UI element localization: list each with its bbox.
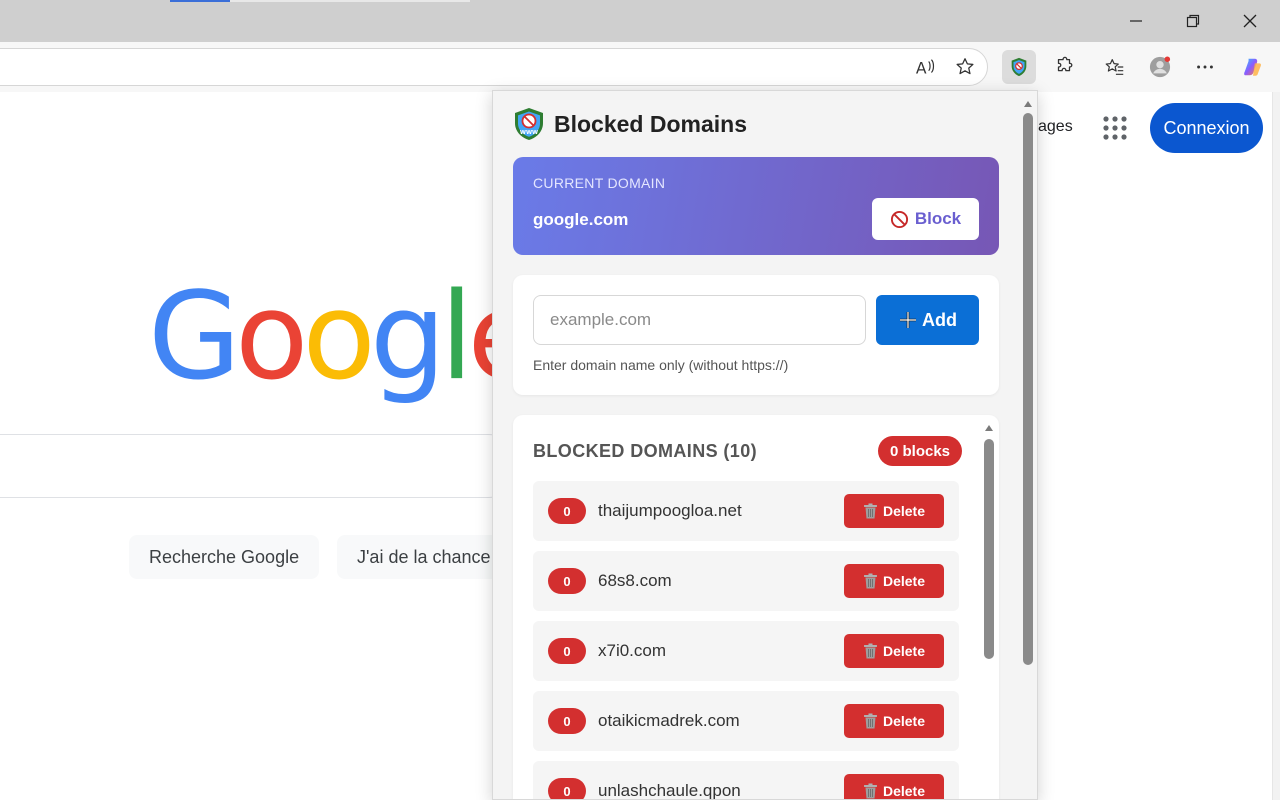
shield-www-icon: WWW: [515, 108, 543, 140]
delete-domain-button[interactable]: Delete: [844, 634, 944, 668]
trash-icon: [863, 573, 877, 589]
extensions-button[interactable]: [1047, 50, 1081, 84]
extension-shield-icon: [1011, 57, 1027, 77]
block-button-label: Block: [914, 209, 962, 228]
restore-button[interactable]: [1165, 0, 1221, 42]
blocked-domain-name: otaikicmadrek.com: [598, 711, 740, 730]
list-item: 0 x7i0.com Delete: [533, 621, 959, 681]
favorite-button[interactable]: [948, 50, 982, 84]
delete-domain-button[interactable]: Delete: [844, 774, 944, 799]
profile-button[interactable]: [1143, 50, 1177, 84]
delete-button-label: Delete: [882, 573, 926, 589]
delete-domain-button[interactable]: Delete: [844, 494, 944, 528]
delete-button-label: Delete: [882, 713, 926, 729]
blocked-domains-list: 0 thaijumpoogloa.net Delete 0 68s8.com D…: [533, 481, 959, 800]
google-logo: Google: [148, 268, 541, 407]
blocked-list-title: BLOCKED DOMAINS (10): [533, 441, 758, 461]
trash-icon: [863, 503, 877, 519]
profile-avatar-icon: [1149, 56, 1171, 78]
google-apps-icon[interactable]: [1101, 114, 1129, 142]
plus-icon: [900, 312, 916, 328]
read-aloud-button[interactable]: A: [908, 50, 942, 84]
trash-icon: [863, 783, 877, 799]
tab-strip-edge: [230, 0, 470, 2]
svg-text:A: A: [916, 59, 927, 77]
trash-icon: [863, 643, 877, 659]
feeling-lucky-button[interactable]: J'ai de la chance: [337, 535, 511, 579]
more-options-button[interactable]: [1188, 50, 1222, 84]
domain-input[interactable]: [533, 295, 866, 345]
block-current-button[interactable]: Block: [872, 198, 979, 240]
list-item: 0 thaijumpoogloa.net Delete: [533, 481, 959, 541]
current-domain-card: CURRENT DOMAIN google.com Block: [513, 157, 999, 255]
list-scrollbar[interactable]: [983, 423, 995, 799]
popup-scroll-up-arrow[interactable]: [1024, 101, 1032, 107]
blocked-domains-popup: WWW Blocked Domains CURRENT DOMAIN googl…: [492, 90, 1038, 800]
popup-header: WWW Blocked Domains: [513, 107, 747, 141]
add-button-label: Add: [922, 309, 957, 330]
copilot-icon: [1244, 58, 1261, 76]
block-count-badge: 0: [548, 568, 586, 594]
current-domain-value: google.com: [533, 210, 629, 229]
popup-scrollbar[interactable]: [1023, 101, 1035, 791]
google-search-button[interactable]: Recherche Google: [129, 535, 320, 579]
blocked-domains-extension-button[interactable]: [1002, 50, 1036, 84]
blocked-domain-name: unlashchaule.qpon: [598, 781, 741, 800]
blocked-domain-name: thaijumpoogloa.net: [598, 501, 742, 520]
current-domain-label: CURRENT DOMAIN: [533, 175, 666, 191]
list-scrollbar-thumb[interactable]: [984, 439, 994, 659]
add-domain-card: Add Enter domain name only (without http…: [513, 275, 999, 395]
list-item: 0 otaikicmadrek.com Delete: [533, 691, 959, 751]
delete-button-label: Delete: [882, 643, 926, 659]
list-scroll-up-arrow[interactable]: [985, 425, 993, 431]
signin-button[interactable]: Connexion: [1150, 103, 1263, 153]
copilot-button[interactable]: [1236, 50, 1270, 84]
blocked-domain-name: x7i0.com: [598, 641, 667, 660]
close-window-button[interactable]: [1222, 0, 1278, 42]
close-icon: [1243, 14, 1257, 28]
delete-domain-button[interactable]: Delete: [844, 704, 944, 738]
delete-domain-button[interactable]: Delete: [844, 564, 944, 598]
page-scrollbar-track: [1272, 92, 1280, 800]
svg-text:WWW: WWW: [520, 130, 538, 136]
prohibited-icon: [890, 210, 908, 228]
delete-button-label: Delete: [882, 783, 926, 799]
browser-toolbar: A: [0, 42, 1280, 92]
restore-icon: [1186, 14, 1200, 28]
blocked-domain-name: 68s8.com: [598, 571, 672, 590]
minimize-button[interactable]: [1108, 0, 1164, 42]
blocked-domains-list-card: BLOCKED DOMAINS (10) 0 blocks 0 thaijump…: [513, 415, 999, 800]
block-count-badge: 0: [548, 498, 586, 524]
popup-title: Blocked Domains: [554, 110, 747, 137]
more-options-icon: [1197, 65, 1213, 69]
address-bar[interactable]: [0, 48, 988, 86]
total-blocks-badge: 0 blocks: [878, 436, 963, 466]
favorites-list-icon: [1105, 59, 1124, 75]
add-domain-button[interactable]: Add: [876, 295, 979, 345]
active-tab-indicator: [170, 0, 230, 2]
google-search-box[interactable]: [0, 434, 520, 498]
minimize-icon: [1130, 20, 1142, 22]
popup-scrollbar-thumb[interactable]: [1023, 113, 1033, 665]
block-count-badge: 0: [548, 778, 586, 799]
extensions-puzzle-icon: [1057, 56, 1073, 72]
delete-button-label: Delete: [882, 503, 926, 519]
browser-titlebar: [0, 0, 1280, 42]
trash-icon: [863, 713, 877, 729]
block-count-badge: 0: [548, 708, 586, 734]
images-link[interactable]: ages: [1038, 118, 1073, 136]
add-domain-hint: Enter domain name only (without https://…: [533, 357, 789, 373]
favorite-star-icon: [956, 58, 974, 75]
read-aloud-icon: A: [916, 59, 935, 77]
favorites-button[interactable]: [1098, 50, 1132, 84]
block-count-badge: 0: [548, 638, 586, 664]
list-item: 0 unlashchaule.qpon Delete: [533, 761, 959, 800]
list-item: 0 68s8.com Delete: [533, 551, 959, 611]
